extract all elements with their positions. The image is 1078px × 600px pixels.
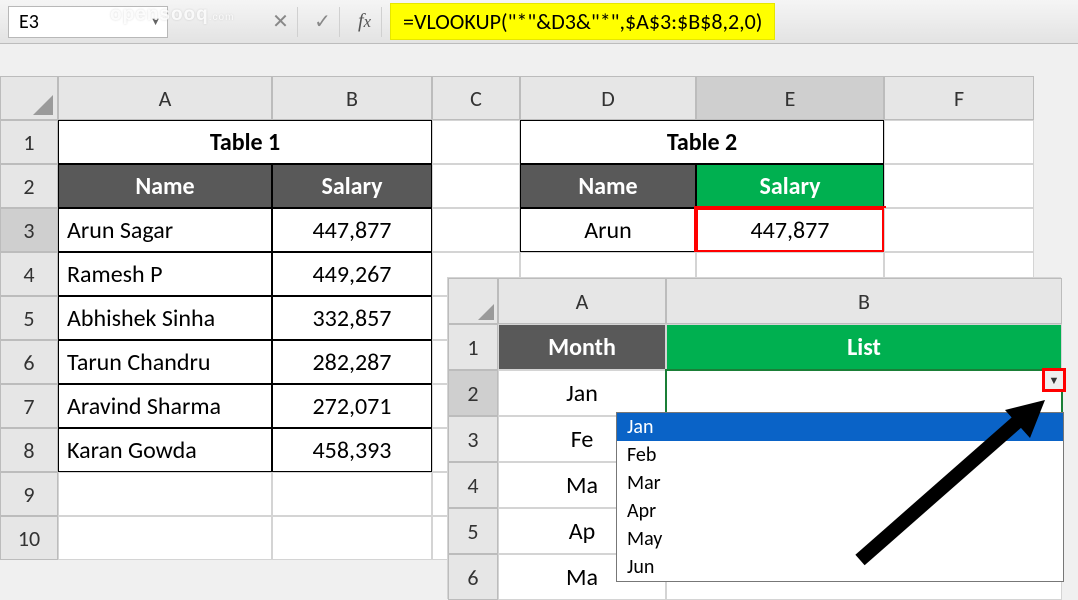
- name-box[interactable]: E3 ▼: [8, 6, 168, 38]
- col-header-E[interactable]: E: [696, 76, 884, 120]
- row-header-8[interactable]: 8: [0, 428, 58, 472]
- select-all-corner[interactable]: [0, 76, 58, 120]
- name-box-dropdown-icon[interactable]: ▼: [150, 15, 161, 28]
- accept-formula-icon[interactable]: ✓: [306, 7, 340, 37]
- table1-header-salary[interactable]: Salary: [272, 164, 432, 208]
- cell-B4[interactable]: 449,267: [272, 252, 432, 296]
- table2-header-name[interactable]: Name: [520, 164, 696, 208]
- row-header-9[interactable]: 9: [0, 472, 58, 516]
- cell-A10[interactable]: [58, 516, 272, 560]
- cell-reference: E3: [19, 10, 39, 34]
- col-header-A[interactable]: A: [58, 76, 272, 120]
- col-header-C[interactable]: C: [432, 76, 520, 120]
- cell-B7[interactable]: 272,071: [272, 384, 432, 428]
- overlay-row-2[interactable]: 2: [448, 370, 498, 416]
- col-header-B[interactable]: B: [272, 76, 432, 120]
- overlay-A2[interactable]: Jan: [498, 370, 666, 416]
- data-validation-dropdown-button[interactable]: ▼: [1044, 370, 1064, 390]
- formula-input[interactable]: =VLOOKUP("*"&D3&"*",$A$3:$B$8,2,0): [390, 3, 775, 40]
- overlay-col-B[interactable]: B: [666, 278, 1062, 324]
- overlay-header-list[interactable]: List: [666, 324, 1062, 370]
- cell-A3[interactable]: Arun Sagar: [58, 208, 272, 252]
- cell-E3-active[interactable]: 447,877: [696, 208, 884, 252]
- overlay-row-3[interactable]: 3: [448, 416, 498, 462]
- row-header-7[interactable]: 7: [0, 384, 58, 428]
- row-header-1[interactable]: 1: [0, 120, 58, 164]
- overlay-header-month[interactable]: Month: [498, 324, 666, 370]
- overlay-B2-active[interactable]: [666, 370, 1062, 416]
- col-header-D[interactable]: D: [520, 76, 696, 120]
- cell-B8[interactable]: 458,393: [272, 428, 432, 472]
- fx-icon[interactable]: fx: [348, 7, 382, 37]
- dropdown-option[interactable]: May: [617, 525, 1063, 553]
- col-header-F[interactable]: F: [884, 76, 1034, 120]
- row-header-6[interactable]: 6: [0, 340, 58, 384]
- chevron-down-icon: ▼: [1049, 374, 1060, 387]
- table2-header-salary[interactable]: Salary: [696, 164, 884, 208]
- dropdown-option[interactable]: Apr: [617, 497, 1063, 525]
- table1-header-name[interactable]: Name: [58, 164, 272, 208]
- cell-F1[interactable]: [884, 120, 1034, 164]
- data-validation-dropdown-list[interactable]: Jan Feb Mar Apr May Jun: [616, 412, 1064, 582]
- table2-title[interactable]: Table 2: [520, 120, 884, 164]
- cell-D3[interactable]: Arun: [520, 208, 696, 252]
- overlay-row-5[interactable]: 5: [448, 508, 498, 554]
- cell-A4[interactable]: Ramesh P: [58, 252, 272, 296]
- cell-C1[interactable]: [432, 120, 520, 164]
- dropdown-option[interactable]: Mar: [617, 469, 1063, 497]
- table1-title[interactable]: Table 1: [58, 120, 432, 164]
- cell-A6[interactable]: Tarun Chandru: [58, 340, 272, 384]
- dropdown-option[interactable]: Jan: [617, 413, 1063, 441]
- cell-A8[interactable]: Karan Gowda: [58, 428, 272, 472]
- cancel-formula-icon[interactable]: ✕: [264, 7, 298, 37]
- overlay-select-all-corner[interactable]: [448, 278, 498, 324]
- cell-A7[interactable]: Aravind Sharma: [58, 384, 272, 428]
- row-header-5[interactable]: 5: [0, 296, 58, 340]
- row-header-2[interactable]: 2: [0, 164, 58, 208]
- row-header-10[interactable]: 10: [0, 516, 58, 560]
- overlay-row-6[interactable]: 6: [448, 554, 498, 600]
- dropdown-option[interactable]: Feb: [617, 441, 1063, 469]
- cell-B9[interactable]: [272, 472, 432, 516]
- cell-B3[interactable]: 447,877: [272, 208, 432, 252]
- cell-A5[interactable]: Abhishek Sinha: [58, 296, 272, 340]
- overlay-col-A[interactable]: A: [498, 278, 666, 324]
- row-header-4[interactable]: 4: [0, 252, 58, 296]
- cell-B10[interactable]: [272, 516, 432, 560]
- formula-bar: E3 ▼ ✕ ✓ fx =VLOOKUP("*"&D3&"*",$A$3:$B$…: [0, 0, 1078, 44]
- cell-F3[interactable]: [884, 208, 1034, 252]
- dropdown-option[interactable]: Jun: [617, 553, 1063, 581]
- cell-C3[interactable]: [432, 208, 520, 252]
- overlay-row-1[interactable]: 1: [448, 324, 498, 370]
- cell-C2[interactable]: [432, 164, 520, 208]
- row-header-3[interactable]: 3: [0, 208, 58, 252]
- cell-F2[interactable]: [884, 164, 1034, 208]
- cell-B5[interactable]: 332,857: [272, 296, 432, 340]
- overlay-row-4[interactable]: 4: [448, 462, 498, 508]
- cell-A9[interactable]: [58, 472, 272, 516]
- cell-B6[interactable]: 282,287: [272, 340, 432, 384]
